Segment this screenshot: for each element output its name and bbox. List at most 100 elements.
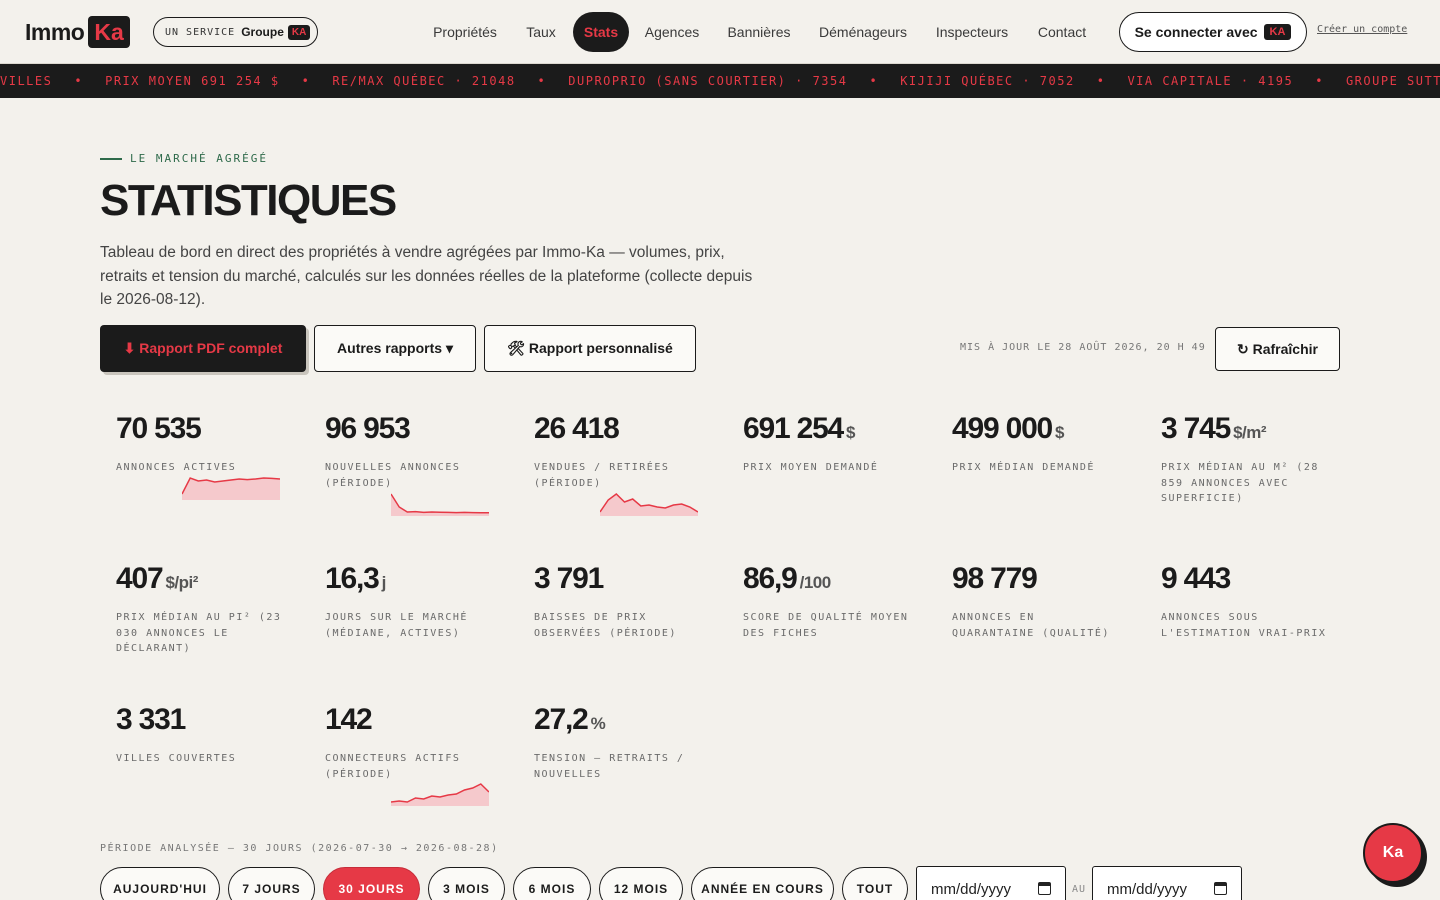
period-option[interactable]: 12 mois (599, 867, 683, 900)
stat-label: PRIX MÉDIAN AU PI² (23 030 ANNONCES LE D… (116, 612, 282, 654)
nav-contact[interactable]: Contact (1029, 12, 1095, 52)
date-separator: AU (1072, 884, 1087, 895)
sparkline-connecteurs (391, 783, 489, 806)
logo-ka: Ka (88, 16, 130, 48)
ticker-separator: • (537, 74, 547, 88)
logo-immo: Immo (25, 18, 85, 45)
site-header: Immo Ka UN SERVICE Groupe KA Propriétés … (0, 0, 1440, 64)
period-option[interactable]: 30 jours (323, 867, 420, 900)
stat-card: 98 779 ANNONCES EN QUARANTAINE (QUALITÉ) (952, 562, 1152, 641)
stat-value: 9 443 (1161, 562, 1231, 595)
ticker-item: GROUPE SUTTON QUÉBEC · (1345, 74, 1440, 88)
ticker-item: DUPROPRIO (SANS COURTIER) · 7354 (568, 74, 848, 88)
chat-fab-button[interactable]: Ka (1363, 823, 1423, 883)
ticker-item: VILLES (0, 74, 53, 88)
stat-unit: $/m² (1233, 423, 1267, 442)
service-ka: KA (287, 24, 311, 40)
stat-value: 3 331 (116, 703, 186, 736)
ticker-track: VILLES • PRIX MOYEN 691 254 $ • RE/MAX QUÉBE… (0, 64, 1440, 98)
period-label: PÉRIODE ANALYSÉE — 30 JOURS (2026-07-30 … (100, 843, 499, 854)
nav-demenageurs[interactable]: Déménageurs (811, 12, 915, 52)
ticker-bar: VILLES • PRIX MOYEN 691 254 $ • RE/MAX QUÉBE… (0, 64, 1440, 98)
period-option[interactable]: Aujourd'hui (100, 867, 220, 900)
stat-label: NOUVELLES ANNONCES (PÉRIODE) (325, 462, 461, 489)
sparkline-line (391, 493, 489, 514)
create-account-link[interactable]: Créer un compte (1317, 24, 1407, 35)
stat-card: 499 000 $ PRIX MÉDIAN DEMANDÉ (952, 412, 1152, 476)
ticker-item: RE/MAX QUÉBEC · 21048 (332, 74, 516, 88)
stat-card: 27,2% TENSION — RETRAITS / NOUVELLES (534, 703, 734, 782)
stat-card: 3 331 VILLES COUVERTES (116, 703, 316, 767)
stat-value: 16,3 j (325, 562, 387, 595)
period-option[interactable]: 3 mois (428, 867, 505, 900)
nav-agences[interactable]: Agences (637, 12, 707, 52)
nav-inspecteurs[interactable]: Inspecteurs (926, 12, 1018, 52)
stat-card: 3 791 BAISSES DE PRIX OBSERVÉES (PÉRIODE) (534, 562, 734, 641)
stat-value: 691 254 $ (743, 412, 856, 445)
stat-card: 691 254 $ PRIX MOYEN DEMANDÉ (743, 412, 943, 476)
nav-stats[interactable]: Stats (573, 12, 629, 52)
stat-unit: j (381, 573, 387, 592)
stat-card: 86,9/100 SCORE DE QUALITÉ MOYEN DES FICHE… (743, 562, 943, 641)
custom-report-button[interactable]: 🛠 Rapport personnalisé (484, 325, 696, 372)
eyebrow-text: LE MARCHÉ AGRÉGÉ (130, 152, 268, 165)
stat-card: 96 953 NOUVELLES ANNONCES (PÉRIODE) (325, 412, 525, 491)
sparkline-annonces-actives (182, 477, 280, 500)
calendar-icon[interactable] (1038, 882, 1051, 895)
stat-unit: % (590, 714, 606, 733)
ticker-separator: • (1096, 74, 1106, 88)
stat-value: 499 000 $ (952, 412, 1065, 445)
logo[interactable]: Immo Ka (25, 16, 130, 48)
stat-card: 407 $/pi² PRIX MÉDIAN AU PI² (23 030 ANNON… (116, 562, 316, 657)
ticker-separator: • (1315, 74, 1324, 88)
nav-bannieres[interactable]: Bannières (719, 12, 799, 52)
stat-value: 142 (325, 703, 373, 736)
stat-card: 26 418 VENDUES / RETIRÉES (PÉRIODE) (534, 412, 734, 491)
period-option[interactable]: Année en cours (691, 867, 834, 900)
nav-proprietes[interactable]: Propriétés (419, 12, 511, 52)
page-title: STATISTIQUES (100, 176, 397, 225)
stat-label: PRIX MÉDIAN AU M² (28 859 ANNONCES AVEC … (1161, 462, 1319, 504)
stat-unit: $ (846, 423, 856, 442)
login-button[interactable]: Se connecter avec KA (1119, 12, 1307, 52)
stat-value: 26 418 (534, 412, 620, 445)
service-badge[interactable]: UN SERVICE Groupe KA (153, 17, 318, 47)
stat-value: 3 745 $/m² (1161, 412, 1267, 445)
updated-timestamp: MIS À JOUR LE 28 AOÛT 2026, 20 H 49 (960, 342, 1206, 353)
stat-value: 70 535 (116, 412, 202, 445)
period-option[interactable]: 7 jours (228, 867, 315, 900)
period-option[interactable]: 6 mois (513, 867, 591, 900)
stat-label: CONNECTEURS ACTIFS (PÉRIODE) (325, 753, 461, 780)
stat-unit: $ (1055, 423, 1065, 442)
stat-label: SCORE DE QUALITÉ MOYEN DES FICHES (743, 612, 909, 639)
stat-card: 3 745 $/m² PRIX MÉDIAN AU M² (28 859 ANNON… (1161, 412, 1361, 507)
stat-value: 86,9/100 (743, 562, 831, 595)
login-label: Se connecter avec (1134, 24, 1258, 40)
ticker-separator: • (74, 74, 84, 88)
end-date-placeholder: mm/dd/yyyy (1107, 880, 1188, 898)
refresh-button[interactable]: ↻ Rafraîchir (1215, 327, 1340, 371)
ticker-item: PRIX MOYEN 691 254 $ (105, 74, 280, 88)
page-description: Tableau de bord en direct des propriétés… (100, 244, 753, 308)
stat-card: 70 535 ANNONCES ACTIVES (116, 412, 316, 476)
stat-label: JOURS SUR LE MARCHÉ (MÉDIANE, ACTIVES) (325, 612, 468, 639)
calendar-icon[interactable] (1214, 882, 1227, 895)
start-date-placeholder: mm/dd/yyyy (931, 880, 1012, 898)
stat-label: ANNONCES EN QUARANTAINE (QUALITÉ) (952, 612, 1110, 639)
ticker-item: KIJIJI QUÉBEC · 7052 (900, 74, 1075, 88)
stat-label: VENDUES / RETIRÉES (PÉRIODE) (534, 462, 670, 489)
ticker-item: VIA CAPITALE · 4195 (1127, 74, 1294, 88)
service-un: UN SERVICE (165, 26, 236, 38)
stat-label: ANNONCES SOUS L'ESTIMATION VRAI-PRIX (1161, 612, 1327, 639)
nav-taux[interactable]: Taux (516, 12, 566, 52)
ticker-separator: • (869, 74, 879, 88)
start-date-input[interactable]: mm/dd/yyyy (916, 866, 1066, 900)
other-reports-dropdown[interactable]: Autres rapports ▾ (314, 325, 476, 372)
ticker-separator: • (301, 74, 311, 88)
period-option[interactable]: Tout (842, 867, 908, 900)
stat-card: 142 CONNECTEURS ACTIFS (PÉRIODE) (325, 703, 525, 782)
pdf-report-button[interactable]: ⬇ Rapport PDF complet (100, 325, 306, 372)
stat-card: 9 443 ANNONCES SOUS L'ESTIMATION VRAI-PRI… (1161, 562, 1361, 641)
end-date-input[interactable]: mm/dd/yyyy (1092, 866, 1242, 900)
sparkline-nouvelles (391, 493, 489, 516)
